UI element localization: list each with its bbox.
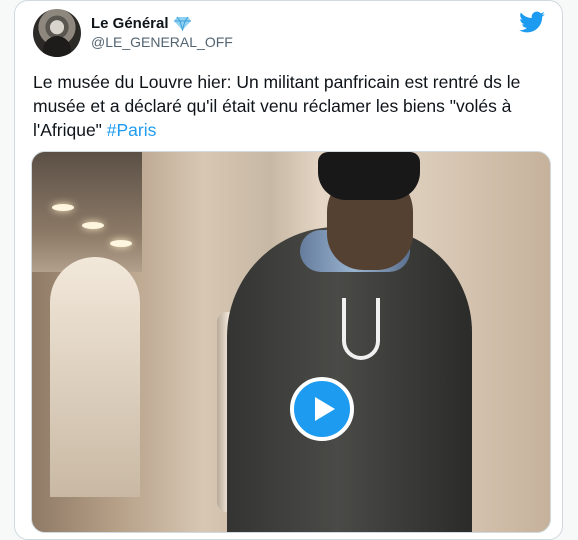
play-button[interactable] (290, 377, 354, 441)
ceiling-light (52, 204, 74, 211)
hat (318, 152, 420, 200)
twitter-bird-icon[interactable] (518, 11, 546, 40)
diamond-icon (173, 16, 191, 31)
necklace (342, 298, 380, 360)
tweet-text: Le musée du Louvre hier: Un militant pan… (33, 70, 555, 142)
author-name-text[interactable]: Le Général (91, 15, 169, 32)
museum-archway (50, 257, 140, 497)
video-thumbnail[interactable] (31, 151, 551, 533)
ceiling-light (110, 240, 132, 247)
museum-ceiling (32, 152, 142, 272)
tweet-card[interactable]: Le Général @LE_GENERAL_OFF Le musée du L… (14, 0, 563, 540)
avatar[interactable] (33, 9, 81, 57)
author-name[interactable]: Le Général (91, 15, 191, 32)
author-handle[interactable]: @LE_GENERAL_OFF (91, 34, 233, 50)
ceiling-light (82, 222, 104, 229)
person-figure (227, 227, 472, 532)
hashtag-link[interactable]: #Paris (107, 120, 157, 140)
play-icon[interactable] (313, 395, 337, 423)
